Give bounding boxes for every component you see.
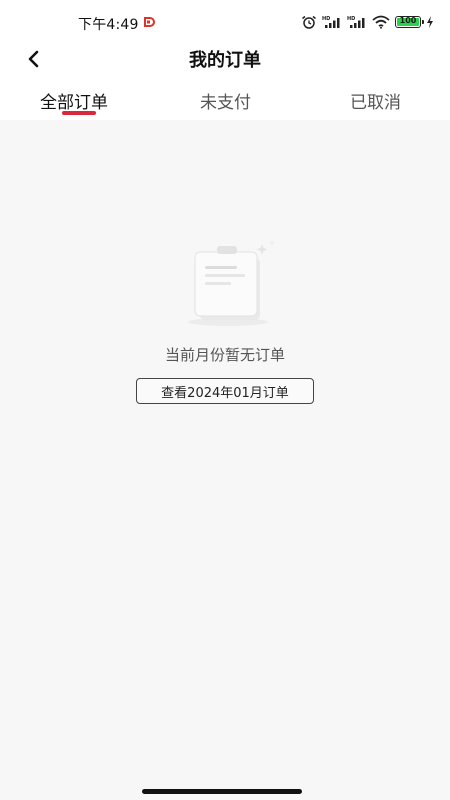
- status-bar: 下午4:49 HD HD 100: [0, 0, 450, 44]
- order-tabs: 全部订单 未支付 已取消: [0, 74, 450, 120]
- battery-level: 100: [399, 16, 417, 25]
- active-tab-indicator: [62, 111, 96, 115]
- battery-icon: 100: [395, 16, 424, 28]
- tab-cancelled[interactable]: 已取消: [350, 88, 401, 113]
- wifi-icon: [372, 15, 390, 29]
- svg-text:HD: HD: [322, 16, 330, 22]
- order-list-content: 当前月份暂无订单 查看2024年01月订单: [0, 120, 450, 800]
- status-icons: HD HD 100: [301, 15, 434, 29]
- battery-cap: [422, 20, 424, 24]
- empty-clipboard-icon: [188, 240, 275, 326]
- hd-signal-icon: HD: [322, 16, 340, 28]
- order-list-screen: 下午4:49 HD HD 100 我的订单 全部订单 未支付 已取消 当前月份暂…: [0, 0, 450, 800]
- status-time: 下午4:49: [78, 17, 139, 33]
- header: 我的订单: [0, 44, 450, 74]
- empty-state-message: 当前月份暂无订单: [164, 346, 285, 364]
- app-badge-icon: [144, 17, 155, 27]
- tab-all-orders[interactable]: 全部订单: [40, 88, 108, 113]
- tab-unpaid[interactable]: 未支付: [200, 88, 251, 113]
- hd-signal-icon: HD: [347, 16, 365, 28]
- home-indicator[interactable]: [142, 789, 302, 794]
- svg-text:HD: HD: [347, 16, 355, 22]
- page-title: 我的订单: [189, 50, 261, 71]
- charging-icon: [427, 16, 433, 28]
- alarm-icon: [302, 15, 316, 29]
- view-previous-month-orders-button[interactable]: 查看2024年01月订单: [136, 378, 314, 404]
